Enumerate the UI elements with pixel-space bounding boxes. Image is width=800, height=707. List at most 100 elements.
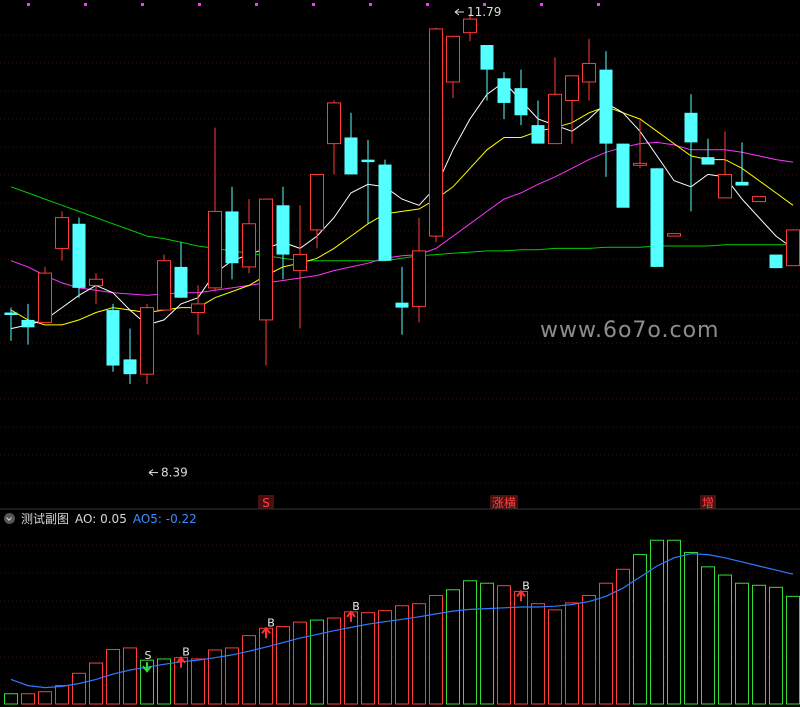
ao-bar: [293, 621, 307, 705]
ao-bar: [310, 619, 324, 705]
signal-label: S: [258, 495, 274, 510]
chart-canvas: 11.79 8.39 S 涨横 增 S B B B B: [0, 3, 800, 705]
signal-label: 增: [700, 495, 716, 510]
watermark: www.6o7o.com: [540, 318, 720, 343]
candle: [565, 75, 579, 144]
candle: [327, 100, 341, 175]
candle-body: [123, 359, 137, 375]
indicator-name[interactable]: 测试副图: [21, 512, 69, 526]
ao-bar: [157, 658, 171, 705]
ao-bar: [735, 582, 749, 705]
candle: [4, 307, 18, 341]
candle-body: [599, 69, 613, 144]
candle-body: [242, 223, 256, 268]
candle-body: [684, 112, 698, 143]
candle-body: [582, 62, 596, 83]
ao-signal-text: B: [352, 600, 360, 613]
signal-label: 涨横: [490, 495, 518, 510]
ao-bar: [684, 552, 698, 705]
candle-body: [140, 307, 154, 375]
ao-bar: [480, 582, 494, 705]
candle: [361, 139, 375, 224]
ao-bar: [616, 568, 630, 705]
ao-bar: [565, 602, 579, 705]
ao-bar: [344, 611, 358, 705]
ao-bar: [650, 539, 664, 705]
candle-body: [310, 173, 324, 231]
ao-bar: [55, 685, 69, 705]
candle-body: [55, 217, 69, 249]
candle-body: [395, 302, 409, 308]
candle: [276, 186, 290, 280]
ao-bar: [769, 586, 783, 705]
candle: [412, 217, 426, 323]
top-dot: [141, 3, 144, 6]
candle: [701, 138, 715, 165]
ao-bar: [429, 595, 443, 705]
top-dot: [369, 3, 372, 6]
ao-bar: [72, 672, 86, 705]
ao-bar: [667, 539, 681, 705]
candle-body: [667, 233, 681, 237]
ao-bar: [718, 574, 732, 705]
ao-value: AO: 0.05: [75, 512, 127, 526]
ao-bar: [497, 585, 511, 705]
annotation-label: 11.79: [467, 5, 501, 19]
candle-body: [72, 223, 86, 288]
ao-bar: [446, 589, 460, 705]
candle-body: [718, 173, 732, 199]
ao-bar: [106, 649, 120, 705]
signal-text: S: [262, 496, 270, 510]
candle: [548, 57, 562, 145]
candle-body: [412, 250, 426, 307]
candle: [599, 51, 613, 177]
ao5-value: AO5: -0.22: [132, 512, 197, 526]
candle: [650, 168, 664, 267]
ao-bar: [582, 595, 596, 705]
collapse-icon[interactable]: [4, 513, 15, 524]
ao-signal: S: [142, 649, 152, 673]
ao-signal-text: B: [182, 646, 190, 659]
top-dot: [540, 3, 543, 6]
top-dot: [312, 3, 315, 6]
candle-body: [497, 78, 511, 103]
candle: [55, 211, 69, 261]
candle-body: [786, 229, 800, 267]
candle-body: [446, 35, 460, 83]
annotation-label: 8.39: [161, 466, 188, 480]
candle: [497, 72, 511, 119]
candle-body: [531, 125, 545, 144]
top-dot: [597, 3, 600, 6]
candle-body: [752, 196, 766, 203]
candle: [718, 131, 732, 199]
candle: [786, 229, 800, 267]
top-dot: [255, 3, 258, 6]
candle-body: [4, 312, 18, 315]
ao-histogram: [4, 539, 800, 705]
candle: [208, 127, 222, 292]
candle: [735, 142, 749, 186]
ao-signal-text: B: [267, 616, 275, 629]
candle-body: [276, 205, 290, 255]
ao-bar: [191, 658, 205, 705]
ma60-line: [10, 186, 793, 262]
price-annotation: 11.79: [454, 5, 501, 19]
candle-body: [378, 164, 392, 261]
ao-bar: [531, 603, 545, 705]
signal-labels: S 涨横 增: [258, 495, 716, 510]
top-dot: [426, 3, 429, 6]
candle: [157, 254, 171, 311]
candle-body: [701, 157, 715, 165]
candle: [514, 69, 528, 126]
candle: [752, 196, 766, 203]
top-dot: [84, 3, 87, 6]
candle-body: [650, 168, 664, 267]
ao-bar: [701, 566, 715, 705]
candle: [174, 242, 188, 298]
candle-body: [463, 18, 477, 34]
candle: [38, 266, 52, 323]
candle-body: [89, 278, 103, 286]
candle: [140, 303, 154, 385]
candle-body: [616, 143, 630, 208]
candle: [72, 217, 86, 298]
